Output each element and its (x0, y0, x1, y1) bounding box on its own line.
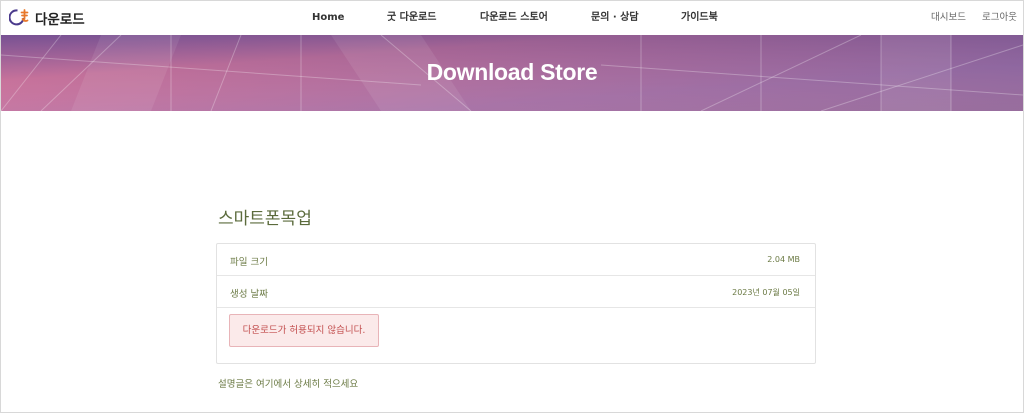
file-size-row: 파일 크기 2.04 MB (217, 244, 815, 276)
created-date-row: 생성 날짜 2023년 07월 05일 (217, 276, 815, 308)
file-info-panel: 파일 크기 2.04 MB 생성 날짜 2023년 07월 05일 다운로드가 … (216, 243, 816, 364)
hero-title: Download Store (426, 59, 598, 85)
page-title: 스마트폰목업 (218, 209, 312, 229)
logo-text: 다운로드 (35, 12, 85, 28)
nav-inquiry[interactable]: 문의 · 상담 (591, 1, 639, 35)
description-text: 설명글은 여기에서 상세히 적으세요 (218, 379, 359, 390)
nav-home[interactable]: Home (312, 1, 344, 35)
download-not-allowed-alert: 다운로드가 허용되지 않습니다. (229, 314, 379, 347)
logout-link[interactable]: 로그아웃 (982, 1, 1017, 35)
dashboard-link[interactable]: 대시보드 (931, 1, 966, 35)
file-size-label: 파일 크기 (230, 257, 268, 268)
nav-download-store[interactable]: 다운로드 스토어 (480, 1, 548, 35)
created-date-label: 생성 날짜 (230, 289, 268, 300)
logo-icon (9, 9, 29, 26)
site-logo[interactable]: 다운로드 (9, 7, 85, 29)
nav-good-download[interactable]: 굿 다운로드 (387, 1, 436, 35)
file-size-value: 2.04 MB (767, 255, 800, 264)
hero-banner: Download Store (1, 35, 1023, 111)
created-date-value: 2023년 07월 05일 (732, 288, 800, 297)
nav-guidebook[interactable]: 가이드북 (681, 1, 718, 35)
top-navbar: 다운로드 Home 굿 다운로드 다운로드 스토어 문의 · 상담 가이드북 대… (1, 1, 1023, 35)
